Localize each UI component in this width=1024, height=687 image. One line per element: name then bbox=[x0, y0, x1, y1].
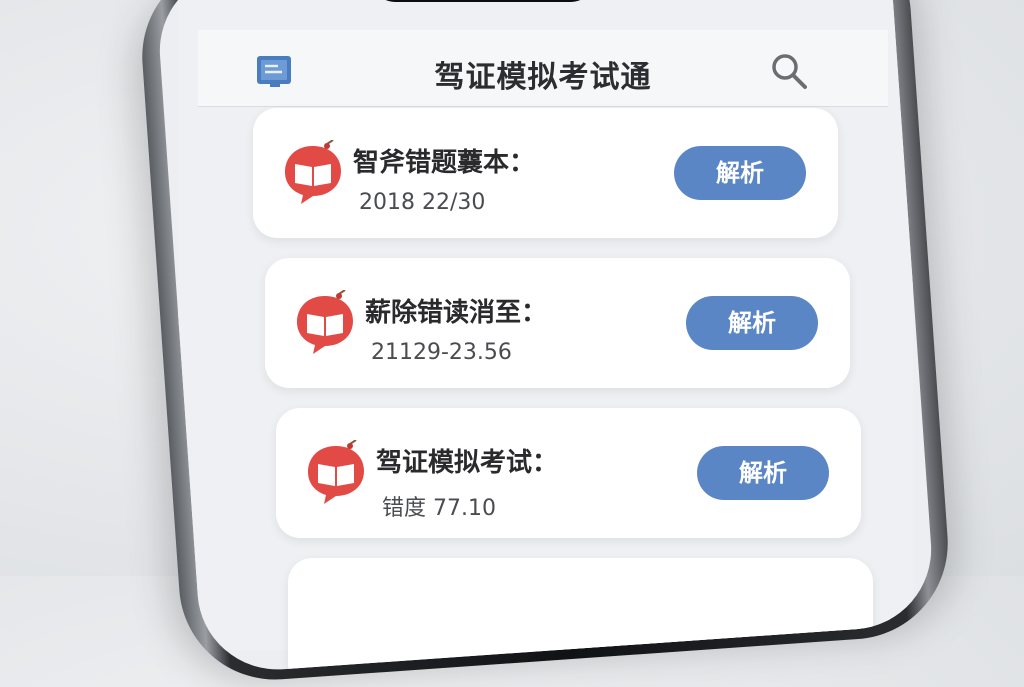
red-book-chat-icon bbox=[293, 290, 357, 356]
card-title: 驾证模拟考试： bbox=[376, 442, 558, 479]
search-icon[interactable] bbox=[768, 50, 810, 92]
app-screen: 驾证模拟考试通 智斧错题蘘本： 2018 22/30 解析 bbox=[178, 0, 913, 650]
app-header: 驾证模拟考试通 bbox=[198, 30, 888, 107]
card-subtitle: 21129-23.56 bbox=[371, 340, 512, 365]
analyze-button[interactable]: 解析 bbox=[686, 296, 818, 350]
analyze-button[interactable]: 解析 bbox=[697, 446, 829, 500]
phone-screen: 驾证模拟考试通 智斧错题蘘本： 2018 22/30 解析 bbox=[154, 0, 936, 675]
analyze-button[interactable]: 解析 bbox=[674, 146, 806, 200]
card-title: 薪除错读消至： bbox=[365, 292, 547, 329]
card-subtitle: 错度 77.10 bbox=[382, 490, 496, 522]
phone-notch bbox=[368, 0, 598, 2]
list-item: 驾证模拟考试： 错度 77.10 解析 bbox=[276, 408, 861, 538]
list-item: 薪除错读消至： 21129-23.56 解析 bbox=[265, 258, 850, 388]
card-subtitle: 2018 22/30 bbox=[359, 190, 485, 215]
card-title: 智斧错题蘘本： bbox=[353, 142, 535, 179]
red-book-chat-icon bbox=[281, 140, 345, 206]
list-item: 智斧错题蘘本： 2018 22/30 解析 bbox=[253, 108, 838, 238]
red-book-chat-icon bbox=[304, 440, 368, 506]
